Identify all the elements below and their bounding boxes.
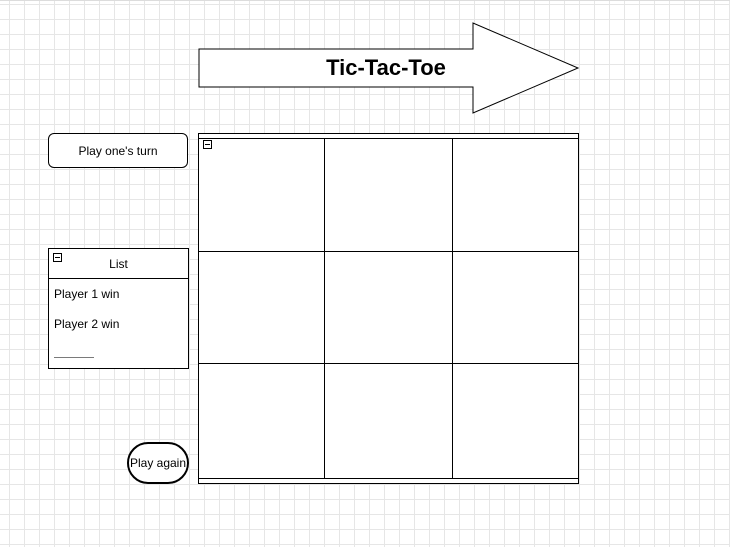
board-cell-2-3[interactable] bbox=[453, 252, 578, 364]
list-header: List bbox=[49, 249, 188, 279]
board-cell-1-2[interactable] bbox=[325, 139, 453, 252]
play-turn-button[interactable]: Play one's turn bbox=[48, 133, 188, 168]
board-cell-3-2[interactable] bbox=[325, 364, 453, 478]
list-item[interactable]: Player 1 win bbox=[54, 287, 119, 301]
collapse-icon[interactable] bbox=[53, 253, 62, 262]
play-turn-label: Play one's turn bbox=[78, 143, 158, 158]
list-divider bbox=[54, 357, 94, 358]
list-title: List bbox=[109, 256, 128, 271]
board-cell-2-1[interactable] bbox=[199, 252, 325, 364]
board-grid bbox=[199, 138, 578, 479]
results-list: List Player 1 win Player 2 win bbox=[48, 248, 189, 369]
play-again-label: Play again bbox=[129, 456, 187, 470]
board-cell-2-2[interactable] bbox=[325, 252, 453, 364]
board-cell-3-3[interactable] bbox=[453, 364, 578, 478]
board-cell-1-1[interactable] bbox=[199, 139, 325, 252]
page-title: Tic-Tac-Toe bbox=[326, 55, 446, 80]
board-cell-1-3[interactable] bbox=[453, 139, 578, 252]
play-again-button[interactable]: Play again bbox=[127, 442, 189, 484]
board-cell-3-1[interactable] bbox=[199, 364, 325, 478]
list-item[interactable]: Player 2 win bbox=[54, 317, 119, 331]
game-board bbox=[198, 133, 579, 484]
title-arrow-shape: Tic-Tac-Toe bbox=[196, 21, 582, 117]
